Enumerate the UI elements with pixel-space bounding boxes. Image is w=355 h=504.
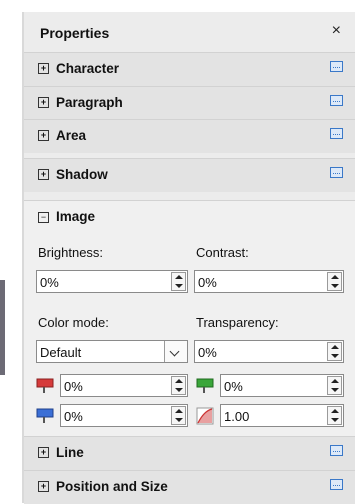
contrast-value: 0%	[198, 275, 217, 290]
section-position-and-size[interactable]: + Position and Size	[24, 470, 355, 504]
more-options-icon[interactable]	[330, 445, 343, 456]
gamma-value: 1.00	[224, 409, 250, 424]
blue-input[interactable]: 0%	[60, 404, 188, 427]
gamma-input[interactable]: 1.00	[220, 404, 344, 427]
expand-icon[interactable]: +	[38, 97, 49, 108]
section-label: Character	[56, 61, 120, 76]
red-input[interactable]: 0%	[60, 374, 188, 397]
contrast-input[interactable]: 0%	[194, 270, 344, 293]
green-value: 0%	[224, 379, 243, 394]
color-mode-select[interactable]: Default	[36, 340, 188, 363]
spin-arrows-icon[interactable]	[171, 406, 186, 425]
background-window-edge	[0, 280, 5, 375]
section-label: Position and Size	[56, 479, 168, 494]
expand-icon[interactable]: +	[38, 447, 49, 458]
expand-icon[interactable]: +	[38, 130, 49, 141]
more-options-icon[interactable]	[330, 128, 343, 139]
properties-panel: Properties × + Character + Paragraph + A…	[22, 12, 355, 504]
more-options-icon[interactable]	[330, 479, 343, 490]
transparency-input[interactable]: 0%	[194, 340, 344, 363]
brightness-label: Brightness:	[38, 245, 104, 260]
more-options-icon[interactable]	[330, 167, 343, 178]
section-character[interactable]: + Character	[24, 52, 355, 86]
expand-icon[interactable]: +	[38, 169, 49, 180]
section-shadow[interactable]: + Shadow	[24, 158, 355, 192]
collapse-icon[interactable]: −	[38, 212, 49, 223]
spin-arrows-icon[interactable]	[327, 272, 342, 291]
section-line[interactable]: + Line	[24, 436, 355, 470]
gamma-icon	[196, 407, 214, 425]
section-label: Paragraph	[56, 95, 123, 110]
spin-arrows-icon[interactable]	[327, 406, 342, 425]
section-label: Line	[56, 445, 84, 460]
brightness-input[interactable]: 0%	[36, 270, 188, 293]
more-options-icon[interactable]	[330, 95, 343, 106]
spin-arrows-icon[interactable]	[327, 376, 342, 395]
red-channel-icon	[36, 377, 54, 395]
blue-value: 0%	[64, 409, 83, 424]
spin-arrows-icon[interactable]	[171, 272, 186, 291]
more-options-icon[interactable]	[330, 61, 343, 72]
color-mode-value: Default	[40, 345, 82, 360]
contrast-label: Contrast:	[196, 245, 249, 260]
spin-arrows-icon[interactable]	[171, 376, 186, 395]
expand-icon[interactable]: +	[38, 63, 49, 74]
dropdown-arrow-icon[interactable]	[164, 341, 187, 362]
transparency-label: Transparency:	[196, 315, 279, 330]
section-label: Area	[56, 128, 87, 143]
green-input[interactable]: 0%	[220, 374, 344, 397]
panel-header: Properties ×	[24, 12, 355, 52]
panel-title: Properties	[40, 25, 110, 41]
green-channel-icon	[196, 377, 214, 395]
section-label: Image	[56, 209, 96, 224]
expand-icon[interactable]: +	[38, 481, 49, 492]
section-area[interactable]: + Area	[24, 119, 355, 153]
blue-channel-icon	[36, 407, 54, 425]
brightness-value: 0%	[40, 275, 59, 290]
section-label: Shadow	[56, 167, 108, 182]
red-value: 0%	[64, 379, 83, 394]
color-mode-label: Color mode:	[38, 315, 109, 330]
section-image: − Image Brightness: Contrast: 0% 0% Colo…	[24, 200, 355, 466]
transparency-value: 0%	[198, 345, 217, 360]
section-paragraph[interactable]: + Paragraph	[24, 86, 355, 120]
spin-arrows-icon[interactable]	[327, 342, 342, 361]
close-icon[interactable]: ×	[332, 22, 341, 40]
